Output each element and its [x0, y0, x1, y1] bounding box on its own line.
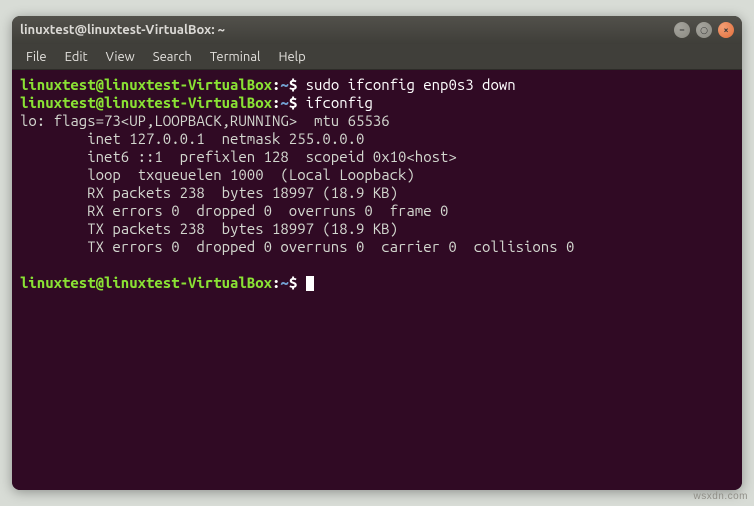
- menu-terminal[interactable]: Terminal: [202, 47, 269, 67]
- prompt-sigil: $: [289, 274, 297, 291]
- prompt-userhost: linuxtest@linuxtest-VirtualBox: [20, 94, 272, 111]
- prompt-sigil: $: [289, 76, 297, 93]
- menubar: File Edit View Search Terminal Help: [12, 44, 742, 70]
- output-line: TX packets 238 bytes 18997 (18.9 KB): [20, 220, 398, 237]
- prompt-userhost: linuxtest@linuxtest-VirtualBox: [20, 76, 272, 93]
- prompt-path: ~: [280, 76, 288, 93]
- prompt-sigil: $: [289, 94, 297, 111]
- window-title: linuxtest@linuxtest-VirtualBox: ~: [20, 23, 674, 37]
- output-line: RX packets 238 bytes 18997 (18.9 KB): [20, 184, 398, 201]
- menu-edit[interactable]: Edit: [57, 47, 96, 67]
- menu-help[interactable]: Help: [270, 47, 313, 67]
- menu-view[interactable]: View: [98, 47, 143, 67]
- command-line-1: sudo ifconfig enp0s3 down: [306, 76, 516, 93]
- minimize-button[interactable]: –: [674, 22, 690, 38]
- menu-file[interactable]: File: [18, 47, 55, 67]
- close-button[interactable]: ×: [718, 22, 734, 38]
- prompt-path: ~: [280, 274, 288, 291]
- command-line-2: ifconfig: [306, 94, 373, 111]
- terminal-body[interactable]: linuxtest@linuxtest-VirtualBox:~$ sudo i…: [12, 70, 742, 490]
- window-controls: – ○ ×: [674, 22, 734, 38]
- watermark: wsxdn.com: [693, 491, 748, 502]
- maximize-button[interactable]: ○: [696, 22, 712, 38]
- output-line: TX errors 0 dropped 0 overruns 0 carrier…: [20, 238, 574, 255]
- cursor: [306, 276, 314, 291]
- menu-search[interactable]: Search: [145, 47, 200, 67]
- prompt-path: ~: [280, 94, 288, 111]
- titlebar: linuxtest@linuxtest-VirtualBox: ~ – ○ ×: [12, 16, 742, 44]
- output-line: lo: flags=73<UP,LOOPBACK,RUNNING> mtu 65…: [20, 112, 390, 129]
- terminal-window: linuxtest@linuxtest-VirtualBox: ~ – ○ × …: [12, 16, 742, 490]
- output-line: inet6 ::1 prefixlen 128 scopeid 0x10<hos…: [20, 148, 457, 165]
- output-line: RX errors 0 dropped 0 overruns 0 frame 0: [20, 202, 448, 219]
- prompt-userhost: linuxtest@linuxtest-VirtualBox: [20, 274, 272, 291]
- output-line: inet 127.0.0.1 netmask 255.0.0.0: [20, 130, 364, 147]
- output-line: loop txqueuelen 1000 (Local Loopback): [20, 166, 415, 183]
